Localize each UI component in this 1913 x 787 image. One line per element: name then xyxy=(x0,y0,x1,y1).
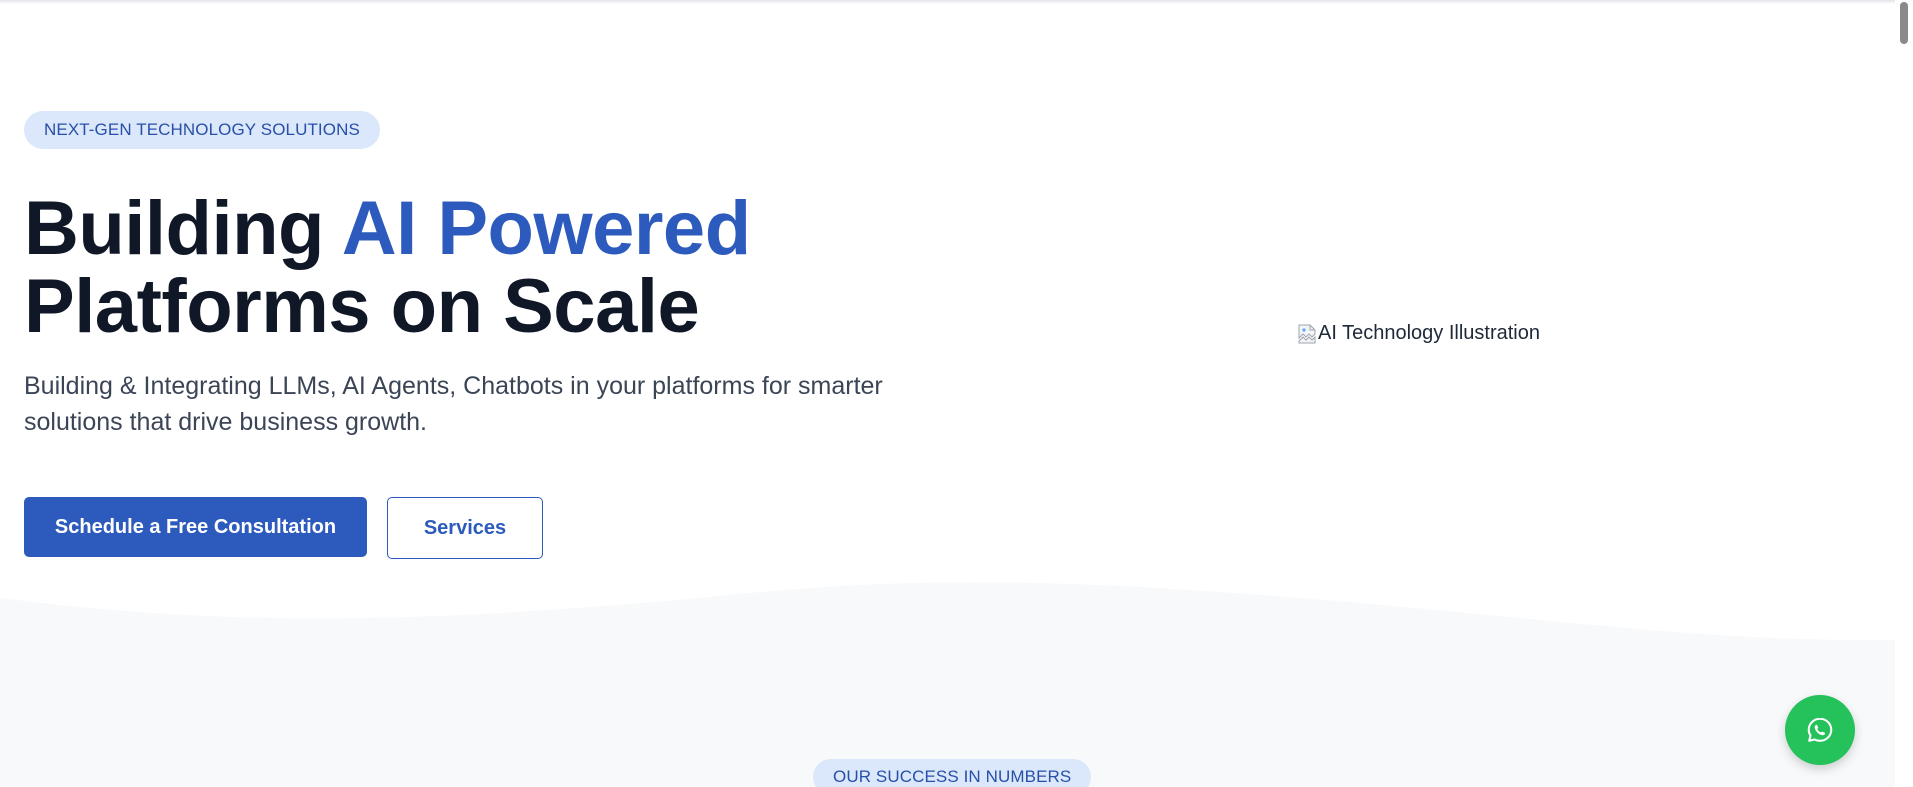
page: NEXT-GEN TECHNOLOGY SOLUTIONS Building A… xyxy=(0,0,1913,787)
hero-subtitle: Building & Integrating LLMs, AI Agents, … xyxy=(24,372,883,436)
whatsapp-button[interactable] xyxy=(1785,695,1855,765)
scrollbar-thumb[interactable] xyxy=(1900,2,1908,44)
hero-illustration: AI Technology Illustration xyxy=(1298,322,1540,345)
hero-section: NEXT-GEN TECHNOLOGY SOLUTIONS Building A… xyxy=(0,0,1895,620)
headline-accent: AI Powered xyxy=(341,186,751,271)
services-button[interactable]: Services xyxy=(387,497,543,559)
hero-badge: NEXT-GEN TECHNOLOGY SOLUTIONS xyxy=(24,111,380,149)
whatsapp-icon xyxy=(1807,717,1833,742)
stats-badge: OUR SUCCESS IN NUMBERS xyxy=(813,759,1092,787)
headline-text-line2: Platforms on Scale xyxy=(24,264,700,349)
schedule-consultation-button[interactable]: Schedule a Free Consultation xyxy=(24,497,367,557)
headline-text: Building xyxy=(24,186,342,271)
hero-image-alt-text: AI Technology Illustration xyxy=(1318,322,1540,344)
broken-image-icon xyxy=(1298,324,1316,344)
scrollbar[interactable] xyxy=(1895,0,1913,787)
hero-headline: Building AI Powered Platforms on Scale xyxy=(24,190,751,346)
